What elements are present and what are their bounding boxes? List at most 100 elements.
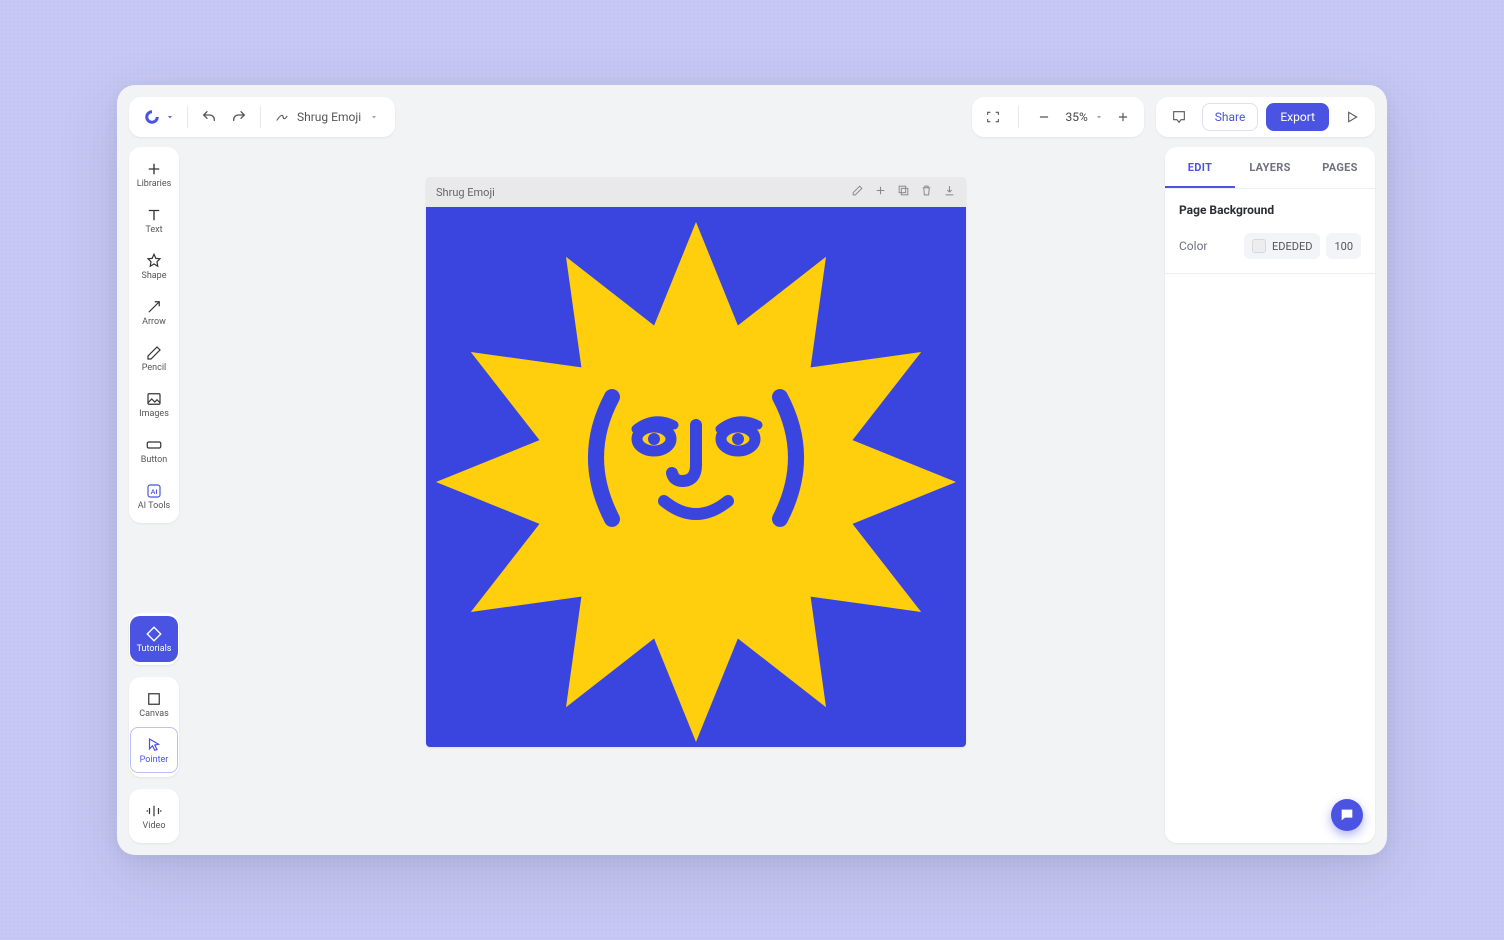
diamond-icon [145,625,163,643]
frame-icon [985,109,1001,125]
copy-icon [897,184,910,197]
tool-canvas[interactable]: Canvas [130,681,178,727]
actions-pill: Share Export [1156,97,1375,137]
zoom-level: 35% [1063,110,1089,124]
app-window: Shrug Emoji 35% [117,85,1387,855]
tab-layers[interactable]: LAYERS [1235,147,1305,188]
tool-arrow[interactable]: Arrow [130,289,178,335]
color-hex-chip[interactable]: EDEDED [1244,233,1320,259]
tool-tutorials[interactable]: Tutorials [130,616,178,662]
tool-panel-tutorials: Tutorials [129,613,179,665]
plus-icon [1116,110,1130,124]
tool-panel-mode: Canvas Pointer [129,677,179,777]
artboard-body[interactable] [426,207,966,747]
svg-text:AI: AI [151,489,158,496]
share-label: Share [1215,110,1246,124]
tab-pages[interactable]: PAGES [1305,147,1375,188]
tool-shape[interactable]: Shape [130,243,178,289]
button-icon [144,436,164,454]
canvas-area[interactable]: Shrug Emoji [191,147,1153,843]
tool-pencil[interactable]: Pencil [130,335,178,381]
fit-to-screen-button[interactable] [978,102,1008,132]
plus-icon [145,160,163,178]
tool-label: Canvas [139,710,169,719]
section-page-background: Page Background [1165,189,1375,227]
tool-label: Tutorials [137,645,172,654]
artboard-header: Shrug Emoji [426,177,966,207]
artboard-title: Shrug Emoji [436,186,495,199]
scribble-icon [275,110,289,124]
canvas-icon [145,690,163,708]
text-icon [145,206,163,224]
zoom-out-button[interactable] [1029,102,1059,132]
artboard[interactable]: Shrug Emoji [426,177,966,747]
tool-libraries[interactable]: Libraries [130,151,178,197]
app-logo-menu[interactable] [137,108,181,126]
artboard-add-button[interactable] [874,184,887,200]
tool-label: Pencil [142,364,166,373]
tool-text[interactable]: Text [130,197,178,243]
share-button[interactable]: Share [1202,103,1259,131]
artboard-actions [851,184,956,200]
tool-label: Button [141,456,167,465]
property-label-color: Color [1179,239,1207,253]
artwork-sun-shrug [426,207,966,747]
play-icon [1344,109,1360,125]
panel-tabs: EDIT LAYERS PAGES [1165,147,1375,189]
image-icon [145,390,163,408]
arrow-icon [145,298,163,316]
color-hex-value: EDEDED [1272,240,1312,253]
zoom-in-button[interactable] [1108,102,1138,132]
help-chat-button[interactable] [1331,799,1363,831]
tool-video[interactable]: Video [130,793,178,839]
tool-label: Arrow [142,318,166,327]
plus-icon [874,184,887,197]
tool-panel-main: Libraries Text Shape Arrow Pencil Images [129,147,179,523]
divider [187,106,188,128]
export-label: Export [1280,110,1315,124]
color-opacity-value: 100 [1334,240,1353,253]
comment-button[interactable] [1164,102,1194,132]
pencil-square-icon [851,184,864,197]
tool-ai-tools[interactable]: AI AI Tools [130,473,178,519]
chat-icon [1339,807,1355,823]
app-logo-icon [143,108,161,126]
property-row-color: Color EDEDED 100 [1165,227,1375,274]
artboard-delete-button[interactable] [920,184,933,200]
trash-icon [920,184,933,197]
tool-label: Shape [141,272,166,281]
redo-button[interactable] [224,102,254,132]
artboard-download-button[interactable] [943,184,956,200]
chevron-down-icon[interactable] [1094,112,1104,122]
top-bar: Shrug Emoji 35% [129,97,1375,137]
undo-icon [201,109,217,125]
artboard-copy-button[interactable] [897,184,910,200]
document-title-dropdown[interactable]: Shrug Emoji [267,110,387,124]
tool-label: Video [143,822,166,831]
undo-button[interactable] [194,102,224,132]
pencil-icon [145,344,163,362]
zoom-controls: 35% [972,97,1143,137]
video-icon [145,802,163,820]
properties-panel: EDIT LAYERS PAGES Page Background Color … [1165,147,1375,843]
chevron-down-icon [369,112,379,122]
artboard-edit-button[interactable] [851,184,864,200]
download-icon [943,184,956,197]
tool-panel-video: Video [129,789,179,843]
color-opacity-chip[interactable]: 100 [1326,233,1361,259]
tab-edit[interactable]: EDIT [1165,147,1235,188]
left-toolbar-pill: Shrug Emoji [129,97,395,137]
tool-button[interactable]: Button [130,427,178,473]
minus-icon [1037,110,1051,124]
tool-label: Text [145,226,162,235]
tool-pointer[interactable]: Pointer [130,727,178,773]
play-button[interactable] [1337,102,1367,132]
export-button[interactable]: Export [1266,103,1329,131]
tool-label: AI Tools [138,502,170,511]
tool-images[interactable]: Images [130,381,178,427]
left-sidebar: Libraries Text Shape Arrow Pencil Images [129,147,179,843]
tool-label: Images [139,410,169,419]
divider [1018,106,1019,128]
tool-label: Libraries [137,180,172,189]
color-swatch [1252,239,1266,253]
